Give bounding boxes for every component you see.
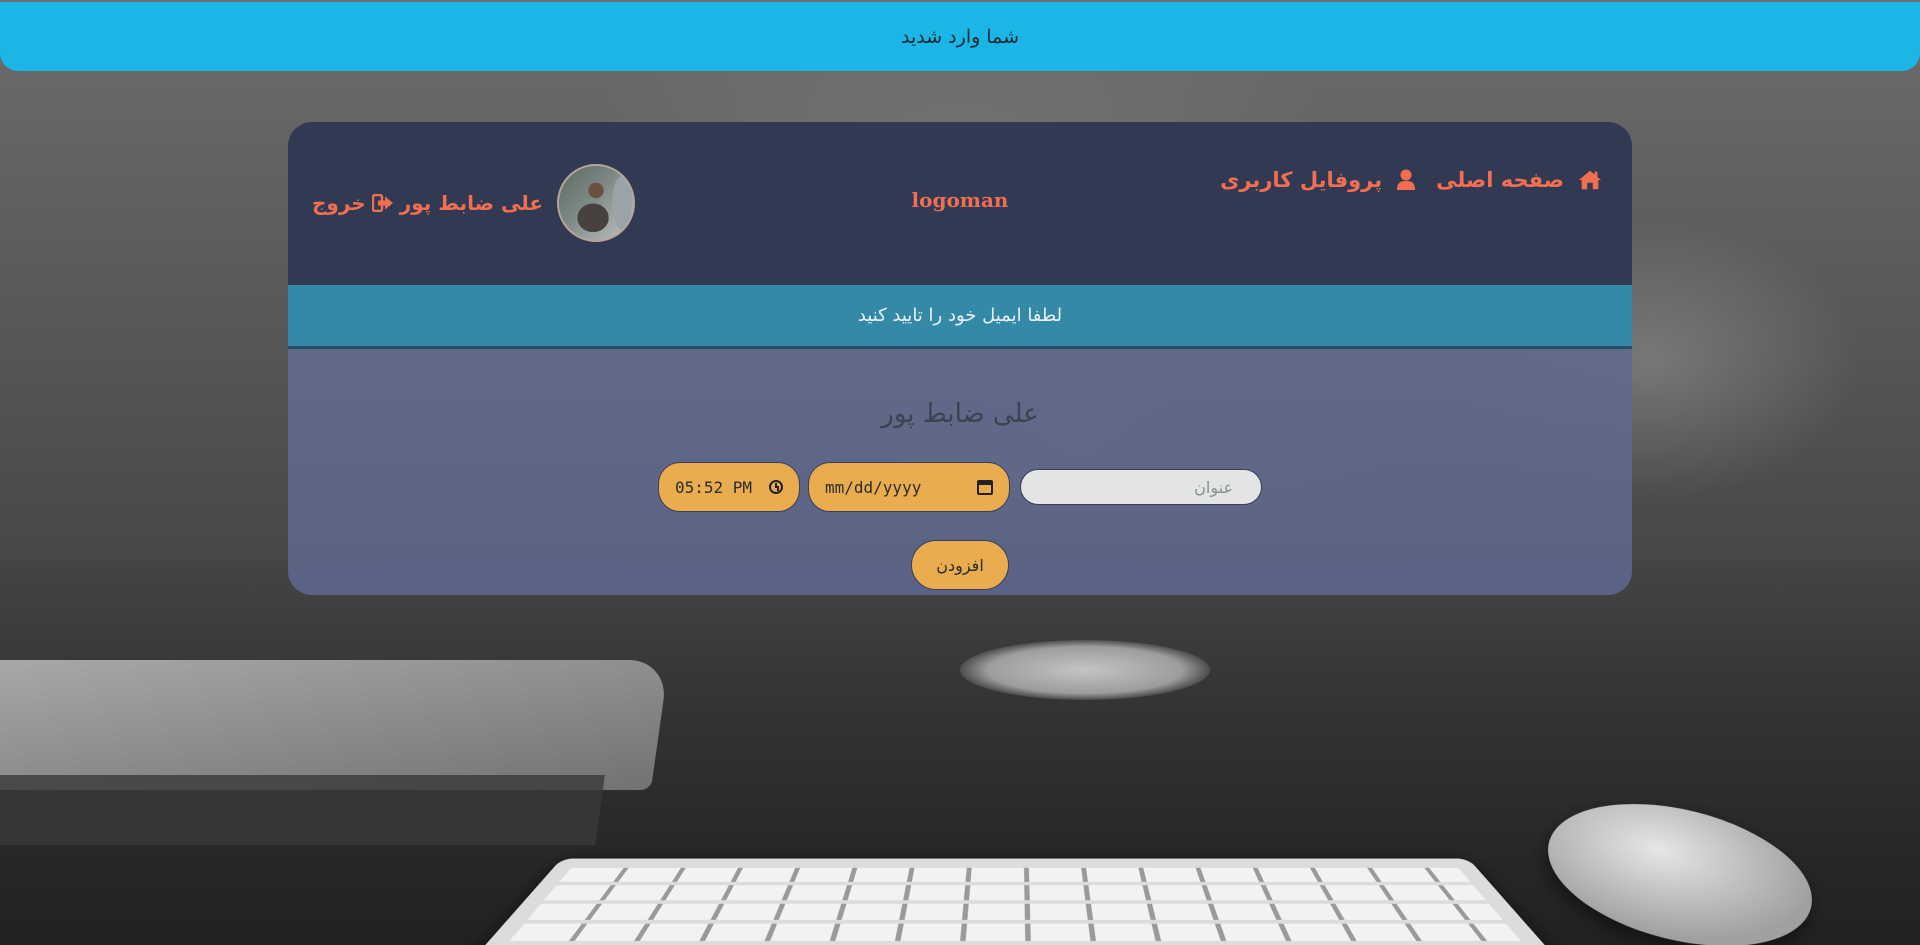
clock-icon[interactable]: [769, 480, 783, 494]
date-input[interactable]: mm/dd/yyyy: [808, 462, 1010, 512]
background-laptop: [0, 660, 670, 790]
navbar: خروج علی ضابط پور logoman پروفایل کاربری: [288, 122, 1632, 285]
background-bowl: [960, 640, 1210, 700]
home-icon: [1578, 169, 1602, 191]
task-form: 05:52 PM mm/dd/yyyy عنوان: [658, 462, 1262, 512]
background-keyboard-keys: [481, 867, 1549, 945]
time-input[interactable]: 05:52 PM: [658, 462, 800, 512]
navbar-links: پروفایل کاربری صفحه اصلی: [1220, 168, 1602, 192]
nav-link-home-label: صفحه اصلی: [1436, 168, 1564, 192]
background-keyboard: [450, 858, 1580, 945]
main-card: خروج علی ضابط پور logoman پروفایل کاربری: [288, 122, 1632, 595]
background-laptop-base: [0, 775, 605, 845]
nav-link-home[interactable]: صفحه اصلی: [1436, 168, 1602, 192]
calendar-icon[interactable]: [977, 479, 993, 495]
login-success-text: شما وارد شدید: [900, 25, 1020, 48]
title-input-placeholder: عنوان: [1194, 477, 1233, 497]
add-button-label: افزودن: [936, 555, 984, 575]
nav-link-profile-label: پروفایل کاربری: [1220, 168, 1383, 192]
add-button[interactable]: افزودن: [911, 540, 1009, 590]
time-input-value: 05:52 PM: [675, 477, 753, 497]
content-area: علی ضابط پور 05:52 PM mm/dd/yyyy عنوان ا…: [288, 349, 1632, 595]
page-title: علی ضابط پور: [881, 399, 1039, 429]
email-verification-alert: لطفا ایمیل خود را تایید کنید: [288, 285, 1632, 349]
nav-link-profile[interactable]: پروفایل کاربری: [1220, 168, 1420, 192]
title-input[interactable]: عنوان: [1020, 469, 1262, 505]
date-input-value: mm/dd/yyyy: [825, 477, 922, 497]
email-verification-text: لطفا ایمیل خود را تایید کنید: [857, 305, 1063, 326]
user-icon: [1396, 169, 1420, 191]
login-success-alert: شما وارد شدید: [0, 2, 1920, 71]
